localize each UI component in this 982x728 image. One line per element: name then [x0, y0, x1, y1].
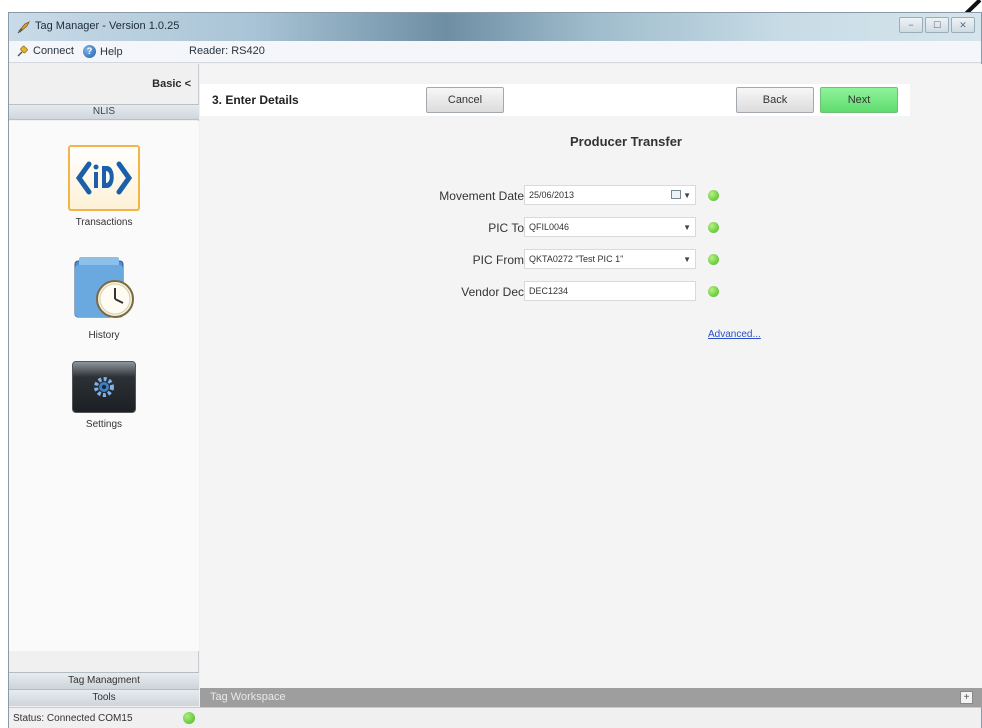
- step-header: 3. Enter Details Cancel Back Next: [200, 84, 910, 116]
- plug-icon: [17, 45, 28, 57]
- minimize-button[interactable]: −: [899, 17, 923, 33]
- help-label: Help: [100, 45, 123, 58]
- sidebar: Basic < NLIS Transactions History Settin…: [9, 64, 199, 706]
- step-title: 3. Enter Details: [212, 93, 299, 107]
- cancel-button[interactable]: Cancel: [426, 87, 504, 113]
- calendar-icon[interactable]: [671, 190, 681, 199]
- basic-mode-toggle[interactable]: Basic <: [9, 78, 191, 90]
- menu-bar: Connect ? Help Reader: RS420: [9, 41, 981, 63]
- next-button[interactable]: Next: [820, 87, 898, 113]
- chevron-down-icon[interactable]: ▼: [683, 223, 691, 232]
- form-row-vendor-dec: Vendor Dec DEC1234: [200, 281, 982, 303]
- history-label: History: [88, 330, 120, 341]
- back-button[interactable]: Back: [736, 87, 814, 113]
- app-window: Tag Manager - Version 1.0.25 − ☐ ✕ Conne…: [8, 12, 982, 728]
- nlis-section-header[interactable]: NLIS: [9, 104, 199, 120]
- pic-to-dropdown[interactable]: QFIL0046 ▼: [524, 217, 696, 237]
- vendor-dec-label: Vendor Dec: [461, 285, 524, 299]
- vendor-dec-field[interactable]: DEC1234: [524, 281, 696, 301]
- sidebar-item-history[interactable]: History: [9, 255, 199, 341]
- sidebar-item-settings[interactable]: Settings: [9, 361, 199, 430]
- connect-menu[interactable]: Connect: [17, 45, 74, 57]
- history-clock-icon: [74, 257, 134, 318]
- settings-label: Settings: [85, 419, 123, 430]
- tag-workspace-label: Tag Workspace: [210, 691, 286, 703]
- vendor-dec-value: DEC1234: [529, 286, 569, 296]
- chevron-down-icon[interactable]: ▼: [683, 191, 691, 200]
- tag-managment-button[interactable]: Tag Managment: [9, 672, 199, 689]
- status-bar: Status: Connected COM15: [9, 707, 981, 728]
- pic-from-dropdown[interactable]: QKTA0272 "Test PIC 1" ▼: [524, 249, 696, 269]
- movement-date-label: Movement Date: [439, 189, 524, 203]
- form-row-pic-to: PIC To QFIL0046 ▼: [200, 217, 982, 239]
- main-panel: 3. Enter Details Cancel Back Next Produc…: [200, 64, 982, 708]
- movement-date-field[interactable]: 25/06/2013 ▼: [524, 185, 696, 205]
- app-icon: [17, 21, 30, 34]
- pic-to-value: QFIL0046: [529, 222, 570, 232]
- window-title: Tag Manager - Version 1.0.25: [35, 20, 180, 32]
- transactions-label: Transactions: [75, 217, 133, 228]
- status-ok-icon: [708, 254, 719, 265]
- connect-label: Connect: [33, 45, 74, 57]
- pic-from-label: PIC From: [472, 253, 524, 267]
- reader-info: Reader: RS420: [189, 45, 265, 57]
- chevron-down-icon[interactable]: ▼: [683, 255, 691, 264]
- help-icon: ?: [83, 45, 96, 58]
- sidebar-item-transactions[interactable]: Transactions: [9, 145, 199, 228]
- status-text: Status: Connected COM15: [13, 713, 133, 724]
- movement-date-value: 25/06/2013: [529, 190, 575, 200]
- form-title: Producer Transfer: [570, 134, 682, 149]
- nav-panel: Transactions History Settings: [9, 121, 199, 651]
- close-button[interactable]: ✕: [951, 17, 975, 33]
- status-ok-icon: [708, 222, 719, 233]
- form-row-movement-date: Movement Date 25/06/2013 ▼: [200, 185, 982, 207]
- maximize-button[interactable]: ☐: [925, 17, 949, 33]
- expand-button[interactable]: +: [960, 691, 973, 704]
- status-ok-icon: [708, 286, 719, 297]
- title-bar[interactable]: Tag Manager - Version 1.0.25 − ☐ ✕: [9, 13, 981, 41]
- status-connected-icon: [183, 712, 195, 724]
- form-row-pic-from: PIC From QKTA0272 "Test PIC 1" ▼: [200, 249, 982, 271]
- status-ok-icon: [708, 190, 719, 201]
- pic-from-value: QKTA0272 "Test PIC 1": [529, 254, 624, 264]
- id-logo-icon: [68, 145, 140, 211]
- reader-label: Reader: RS420: [189, 45, 265, 57]
- advanced-link[interactable]: Advanced...: [708, 329, 761, 340]
- help-menu[interactable]: ? Help: [83, 45, 123, 58]
- tag-workspace-bar[interactable]: Tag Workspace +: [200, 688, 982, 708]
- settings-gear-icon: [72, 361, 136, 413]
- pic-to-label: PIC To: [488, 221, 524, 235]
- tools-button[interactable]: Tools: [9, 689, 199, 706]
